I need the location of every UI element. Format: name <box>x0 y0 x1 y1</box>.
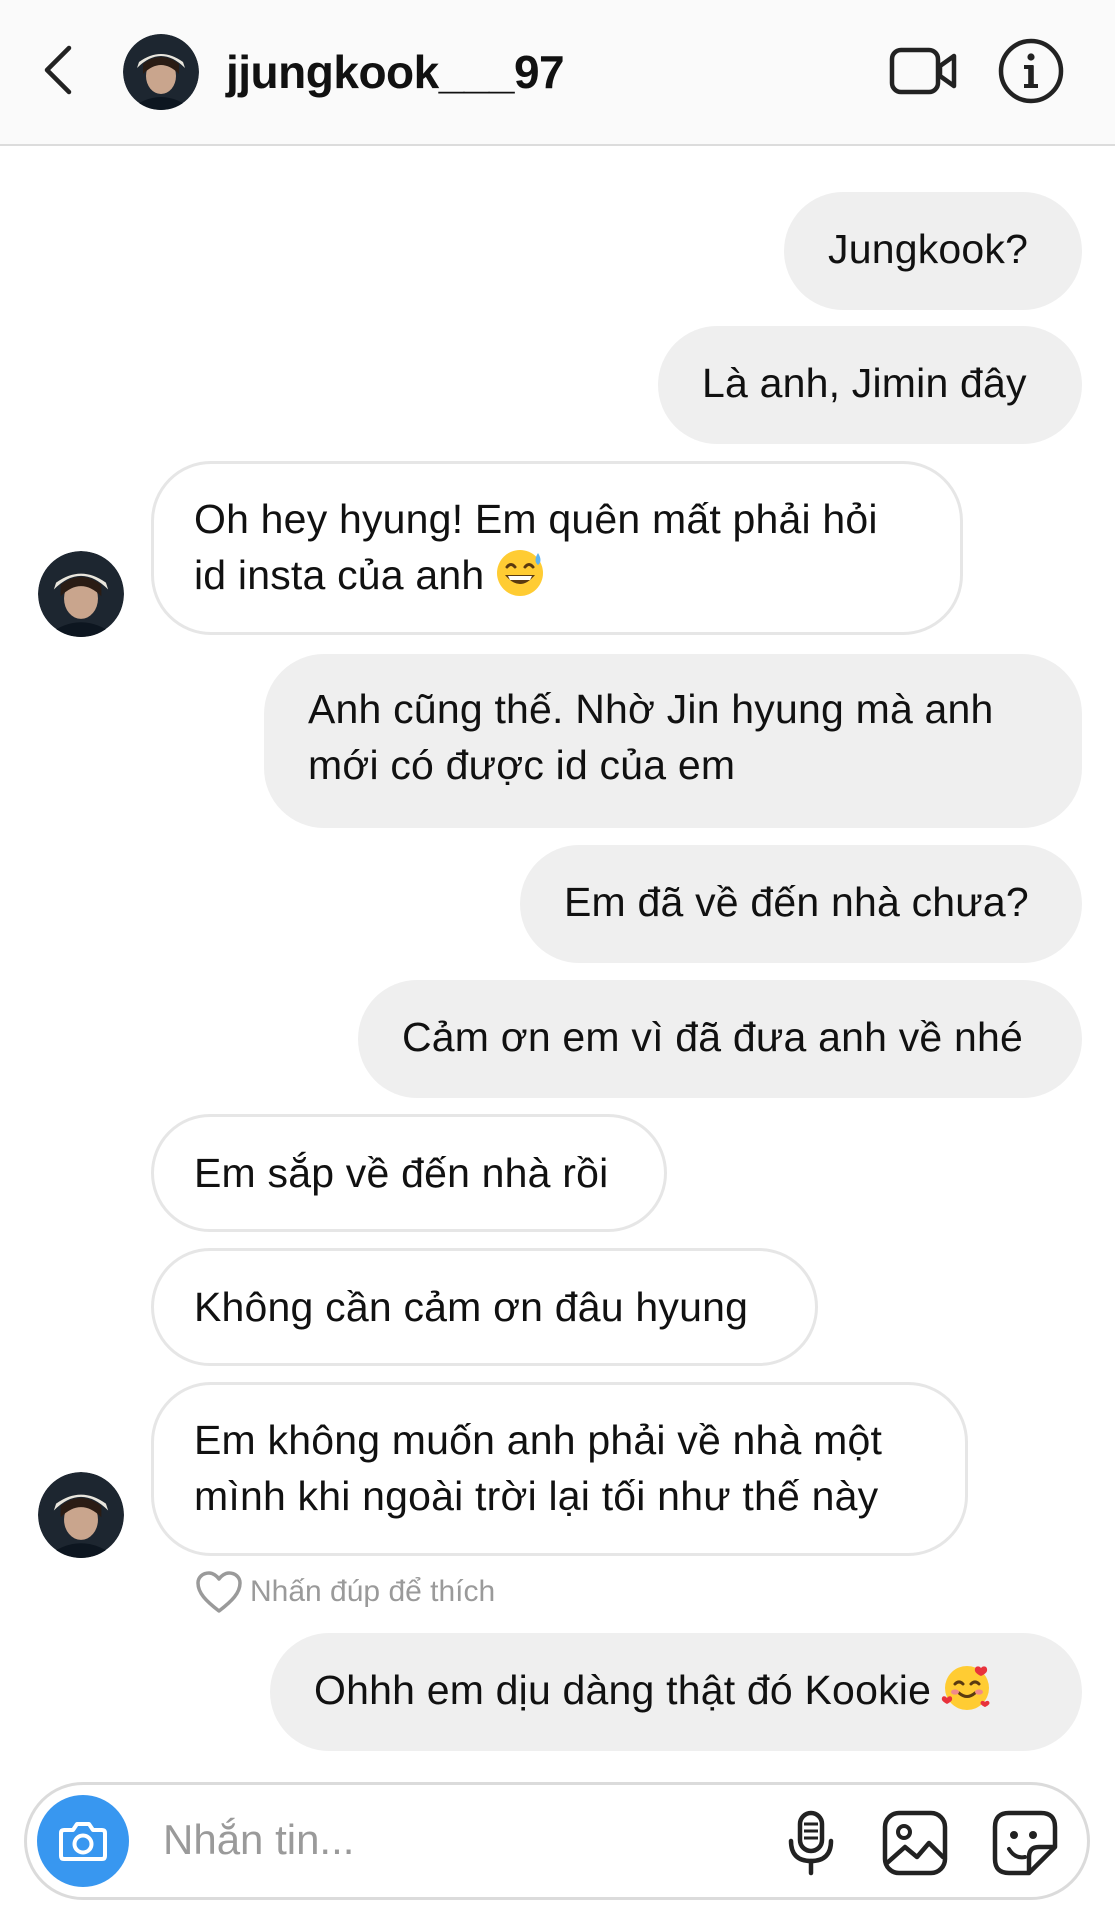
video-call-button[interactable] <box>888 40 960 104</box>
chat-username[interactable]: jjungkook___97 <box>226 44 565 100</box>
back-button[interactable] <box>34 34 82 106</box>
message-text: Em đã về đến nhà chưa? <box>564 879 1029 925</box>
message-bubble-sent[interactable]: Anh cũng thế. Nhờ Jin hyung mà anh mới c… <box>264 654 1082 828</box>
header-avatar[interactable] <box>123 34 199 110</box>
info-button[interactable] <box>996 36 1066 106</box>
smiling-hearts-emoji <box>941 1666 990 1710</box>
message-bubble-received[interactable]: Oh hey hyung! Em quên mất phải hỏi id in… <box>151 461 963 635</box>
message-input[interactable] <box>163 1807 643 1873</box>
gallery-icon <box>882 1810 948 1876</box>
sticker-icon <box>992 1810 1058 1876</box>
message-text: Là anh, Jimin đây <box>702 360 1027 406</box>
info-icon <box>998 38 1064 104</box>
voice-message-button[interactable] <box>783 1809 839 1877</box>
message-text: Cảm ơn em vì đã đưa anh về nhé <box>402 1014 1023 1060</box>
message-text: Em không muốn anh phải về nhà một <box>194 1417 883 1463</box>
message-text: mới có được id của em <box>308 742 736 788</box>
message-bubble-sent[interactable]: Cảm ơn em vì đã đưa anh về nhé <box>358 980 1082 1098</box>
like-hint-text: Nhấn đúp để thích <box>250 1575 496 1608</box>
message-composer <box>24 1782 1090 1900</box>
sender-avatar[interactable] <box>38 551 124 637</box>
gallery-button[interactable] <box>879 1807 951 1879</box>
direct-message-screen: jjungkook___97 Jungkook? Là anh, Jimin đ… <box>0 0 1115 1920</box>
microphone-icon <box>788 1810 834 1876</box>
message-text: Oh hey hyung! Em quên mất phải hỏi <box>194 496 878 542</box>
message-text: Ohhh em dịu dàng thật đó Kookie <box>314 1667 932 1713</box>
message-text: Em sắp về đến nhà rồi <box>194 1150 609 1196</box>
sticker-button[interactable] <box>989 1807 1061 1879</box>
chevron-left-icon <box>44 45 72 95</box>
message-bubble-sent[interactable]: Em đã về đến nhà chưa? <box>520 845 1082 963</box>
message-text: Jungkook? <box>828 226 1029 272</box>
double-tap-like-hint[interactable]: Nhấn đúp để thích <box>194 1566 495 1618</box>
camera-button[interactable] <box>37 1795 129 1887</box>
heart-outline-icon <box>196 1571 242 1613</box>
message-bubble-received[interactable]: Em sắp về đến nhà rồi <box>151 1114 667 1232</box>
message-bubble-received[interactable]: Em không muốn anh phải về nhà một mình k… <box>151 1382 968 1556</box>
message-bubble-sent[interactable]: Là anh, Jimin đây <box>658 326 1082 444</box>
message-bubble-received[interactable]: Không cần cảm ơn đâu hyung <box>151 1248 818 1366</box>
message-text: mình khi ngoài trời lại tối như thế này <box>194 1473 879 1519</box>
chat-header: jjungkook___97 <box>0 0 1115 146</box>
sender-avatar[interactable] <box>38 1472 124 1558</box>
message-text: Anh cũng thế. Nhờ Jin hyung mà anh <box>308 686 994 732</box>
grinning-sweat-emoji <box>497 550 544 596</box>
message-text: Không cần cảm ơn đâu hyung <box>194 1284 749 1330</box>
camera-icon <box>59 1822 107 1861</box>
video-camera-icon <box>889 47 957 95</box>
message-bubble-sent[interactable]: Ohhh em dịu dàng thật đó Kookie <box>270 1633 1082 1751</box>
message-text: id insta của anh <box>194 552 485 598</box>
message-bubble-sent[interactable]: Jungkook? <box>784 192 1082 310</box>
